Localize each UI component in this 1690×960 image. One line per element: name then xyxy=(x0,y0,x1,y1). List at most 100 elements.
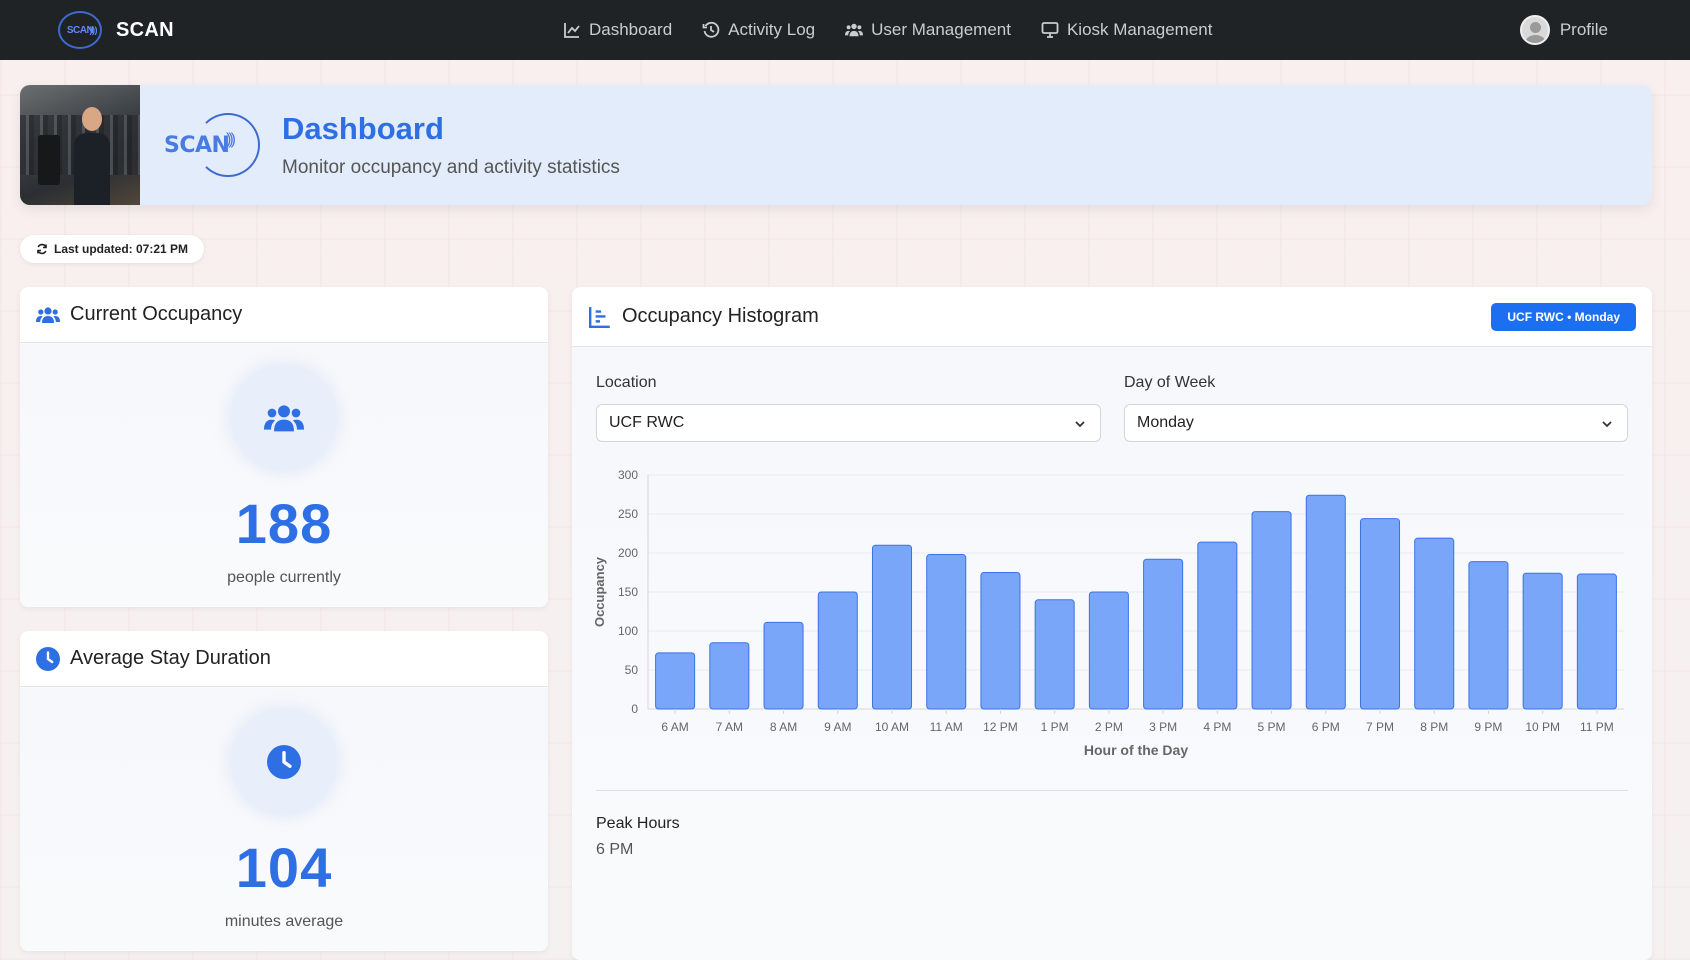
bar xyxy=(1468,561,1509,710)
last-updated-badge: Last updated: 07:21 PM xyxy=(20,235,205,263)
current-occupancy-value: 188 xyxy=(235,492,333,555)
x-tick-label: 8 AM xyxy=(770,720,797,734)
location-select[interactable]: UCF RWC xyxy=(596,404,1101,442)
chevron-down-icon xyxy=(1075,421,1085,428)
x-tick-label: 11 PM xyxy=(1580,720,1614,734)
users-icon xyxy=(36,306,60,323)
y-tick-label: 250 xyxy=(618,507,638,521)
y-tick-label: 200 xyxy=(618,546,638,560)
bar xyxy=(1359,518,1401,710)
occupancy-histogram-card: Occupancy Histogram UCF RWC • Monday Loc… xyxy=(572,287,1652,960)
y-tick-label: 0 xyxy=(631,702,638,716)
bar xyxy=(1034,599,1075,710)
bar xyxy=(1143,558,1184,710)
occupancy-bar-chart: 0 50 100 150 200 250 300 6 AM 7 AM 8 AM 9 AM 10 AM 1… xyxy=(592,468,1624,758)
banner-photo xyxy=(20,85,140,205)
average-stay-title: Average Stay Duration xyxy=(70,647,271,669)
clock-icon xyxy=(36,646,60,671)
profile-menu[interactable]: Profile xyxy=(1519,0,1608,60)
nav-user-management[interactable]: User Management xyxy=(845,20,1011,40)
x-tick-label: 6 AM xyxy=(661,720,688,734)
x-tick-label: 5 PM xyxy=(1258,720,1286,734)
average-stay-header: Average Stay Duration xyxy=(20,631,548,687)
dashboard-banner: SCAN ))) Dashboard Monitor occupancy and… xyxy=(20,85,1652,205)
day-of-week-select[interactable]: Monday xyxy=(1124,404,1628,442)
avatar xyxy=(1519,15,1550,45)
y-tick-label: 100 xyxy=(618,624,638,638)
histogram-header: Occupancy Histogram xyxy=(572,287,1652,347)
x-tick-label: 4 PM xyxy=(1203,720,1231,734)
x-tick-label: 1 PM xyxy=(1041,720,1069,734)
peak-hours-title: Peak Hours xyxy=(596,815,680,832)
x-tick-label: 2 PM xyxy=(1095,720,1123,734)
profile-label: Profile xyxy=(1559,20,1608,39)
users-icon xyxy=(845,23,864,37)
x-tick-label: 11 AM xyxy=(930,720,963,734)
top-navbar: SCAN ))) SCAN Dashboard Activity Log Use… xyxy=(0,0,1690,60)
page-title: Dashboard xyxy=(282,111,444,146)
x-tick-label: 7 AM xyxy=(716,720,743,734)
x-tick-label: 3 PM xyxy=(1149,720,1177,734)
bar xyxy=(763,621,804,710)
stay-icon-circle xyxy=(231,709,337,815)
x-tick-label: 8 PM xyxy=(1420,720,1448,734)
nav-links: Dashboard Activity Log User Management K… xyxy=(563,0,1212,60)
y-tick-label: 50 xyxy=(625,663,639,677)
location-select-value: UCF RWC xyxy=(609,414,685,431)
users-icon xyxy=(264,405,304,432)
x-tick-label: 9 AM xyxy=(824,720,851,734)
x-tick-label: 10 AM xyxy=(875,720,909,734)
bar xyxy=(655,652,696,710)
y-tick-label: 300 xyxy=(618,468,638,482)
current-occupancy-title: Current Occupancy xyxy=(70,303,243,325)
nav-dashboard[interactable]: Dashboard xyxy=(563,20,672,40)
day-of-week-label: Day of Week xyxy=(1124,374,1216,391)
chart-line-icon xyxy=(564,23,580,38)
x-tick-label: 9 PM xyxy=(1474,720,1502,734)
x-tick-label: 7 PM xyxy=(1366,720,1394,734)
bar xyxy=(1305,494,1346,710)
banner-logo-text: SCAN xyxy=(164,132,230,158)
brand[interactable]: SCAN ))) SCAN xyxy=(58,0,174,60)
current-occupancy-card: Current Occupancy 188 people currently xyxy=(20,287,548,607)
nav-user-management-label: User Management xyxy=(871,20,1011,39)
bar xyxy=(871,544,913,710)
x-tick-label: 12 PM xyxy=(983,720,1018,734)
history-icon xyxy=(702,21,720,38)
brand-logo: SCAN ))) xyxy=(58,11,102,49)
brand-name: SCAN xyxy=(116,18,174,41)
bar xyxy=(709,642,750,710)
chevron-down-icon xyxy=(1602,421,1612,428)
average-stay-value: 104 xyxy=(235,836,333,899)
bar xyxy=(1197,541,1238,710)
bar-chart-icon xyxy=(588,306,610,328)
peak-hours-value: 6 PM xyxy=(596,841,634,858)
bar xyxy=(926,554,967,710)
average-stay-label: minutes average xyxy=(224,913,344,930)
nav-activity-log[interactable]: Activity Log xyxy=(702,20,815,40)
bar xyxy=(1088,591,1129,710)
histogram-title: Occupancy Histogram xyxy=(622,305,819,327)
x-axis-label: Hour of the Day xyxy=(1084,742,1188,758)
clock-icon xyxy=(267,745,301,779)
bar xyxy=(1251,511,1292,710)
bar xyxy=(817,591,858,710)
nav-dashboard-label: Dashboard xyxy=(589,20,673,39)
refresh-icon xyxy=(37,243,47,255)
bar xyxy=(980,572,1021,710)
last-updated-text: Last updated: 07:21 PM xyxy=(54,242,189,256)
monitor-icon xyxy=(1041,22,1059,38)
occupancy-icon-circle xyxy=(231,365,337,471)
y-axis-label: Occupancy xyxy=(592,556,607,627)
divider xyxy=(596,790,1628,791)
page-subtitle: Monitor occupancy and activity statistic… xyxy=(282,157,620,178)
nav-activity-log-label: Activity Log xyxy=(728,20,816,39)
nav-kiosk-management[interactable]: Kiosk Management xyxy=(1041,20,1212,40)
banner-logo: SCAN ))) xyxy=(164,113,260,177)
signal-waves-icon: ))) xyxy=(226,131,236,148)
y-tick-label: 150 xyxy=(618,585,638,599)
average-stay-card: Average Stay Duration 104 minutes averag… xyxy=(20,631,548,951)
day-of-week-select-value: Monday xyxy=(1137,414,1194,431)
x-tick-label: 6 PM xyxy=(1312,720,1340,734)
current-occupancy-label: people currently xyxy=(227,569,341,586)
